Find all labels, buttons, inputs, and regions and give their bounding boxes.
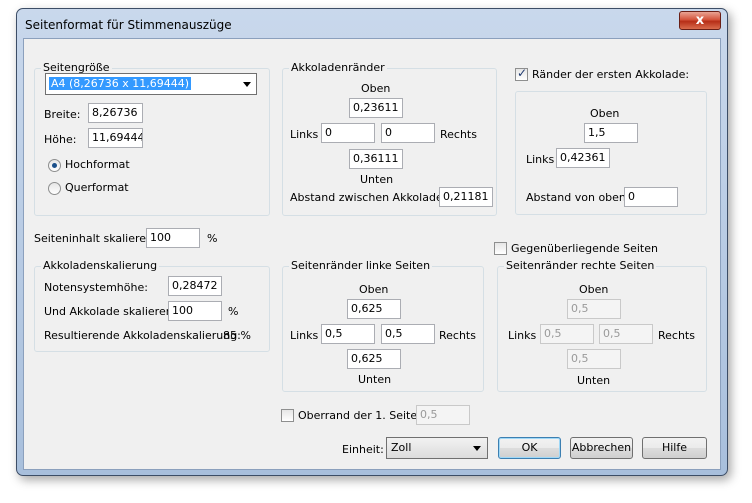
- rechts-unten-label: Unten: [577, 374, 611, 387]
- close-button[interactable]: x: [679, 11, 721, 30]
- hochformat-label: Hochformat: [65, 158, 130, 171]
- einheit-label: Einheit:: [342, 443, 384, 456]
- und-skalieren-label: Und Akkolade skalieren:: [44, 305, 177, 318]
- akk-links-label: Links: [290, 128, 319, 141]
- links-unten-input[interactable]: 0,625: [347, 349, 401, 369]
- group-label-linke-seiten: Seitenränder linke Seiten: [289, 259, 433, 272]
- skalieren-label: Seiteninhalt skalieren:: [34, 232, 157, 245]
- resultierend-label: Resultierende Akkoladenskalierung:: [44, 329, 241, 342]
- erste-links-label: Links: [526, 153, 555, 166]
- chevron-down-icon: [243, 82, 251, 87]
- group-label-rechte-seiten: Seitenränder rechte Seiten: [504, 259, 657, 272]
- group-label-akkoladenskalierung: Akkoladenskalierung: [41, 259, 160, 272]
- links-rechts-label: Rechts: [439, 329, 476, 342]
- erste-oben-label: Oben: [590, 107, 620, 120]
- hilfe-button[interactable]: Hilfe: [642, 437, 707, 459]
- akk-unten-input[interactable]: 0,36111: [349, 149, 403, 169]
- links-links-label: Links: [290, 329, 319, 342]
- einheit-dropdown[interactable]: Zoll: [386, 437, 488, 459]
- chevron-down-icon: [473, 446, 481, 451]
- dialog-client: Seitengröße A4 (8,26736 x 11,69444) Brei…: [23, 38, 721, 470]
- notensystem-label: Notensystemhöhe:: [44, 281, 148, 294]
- akk-links-input[interactable]: 0: [321, 123, 375, 143]
- skalieren-unit: %: [207, 232, 218, 245]
- oberrand-checkbox[interactable]: [281, 409, 294, 422]
- akk-abstand-label: Abstand zwischen Akkoladen:: [290, 191, 454, 204]
- gegenueber-checkbox[interactable]: [494, 242, 507, 255]
- hoehe-input[interactable]: 11,69444: [88, 128, 143, 148]
- akk-rechts-input[interactable]: 0: [381, 123, 435, 143]
- abbrechen-button[interactable]: Abbrechen: [570, 437, 633, 459]
- breite-input[interactable]: 8,26736: [88, 103, 143, 123]
- erste-abstand-input[interactable]: 0: [624, 187, 678, 207]
- einheit-selected: Zoll: [391, 441, 412, 454]
- akk-oben-input[interactable]: 0,23611: [349, 98, 403, 118]
- links-rechts-input[interactable]: 0,5: [381, 324, 435, 344]
- hochformat-radio[interactable]: [48, 159, 61, 172]
- page-size-selected: A4 (8,26736 x 11,69444): [49, 77, 192, 90]
- notensystem-input[interactable]: 0,28472: [168, 276, 222, 296]
- links-links-input[interactable]: 0,5: [321, 324, 375, 344]
- rechts-links-input[interactable]: 0,5: [540, 324, 594, 344]
- erste-oben-input[interactable]: 1,5: [584, 123, 638, 143]
- und-skalieren-unit: %: [228, 305, 239, 318]
- skalieren-input[interactable]: 100: [146, 228, 200, 248]
- oberrand-label: Oberrand der 1. Seite:: [298, 409, 421, 422]
- links-oben-label: Oben: [359, 283, 389, 296]
- rechts-unten-input[interactable]: 0,5: [567, 349, 621, 369]
- erste-akkolade-checkbox[interactable]: [515, 66, 528, 81]
- window-title: Seitenformat für Stimmenauszüge: [25, 18, 232, 32]
- hoehe-label: Höhe:: [44, 133, 77, 146]
- oberrand-input[interactable]: 0,5: [416, 405, 470, 425]
- resultierend-value: 85 %: [223, 329, 251, 342]
- akk-abstand-input[interactable]: 0,21181: [439, 187, 493, 207]
- links-unten-label: Unten: [358, 373, 392, 386]
- akk-unten-label: Unten: [360, 173, 394, 186]
- dialog-window: Seitenformat für Stimmenauszüge x Seiten…: [16, 8, 728, 476]
- erste-links-input[interactable]: 0,42361: [556, 148, 610, 168]
- erste-akkolade-label: Ränder der ersten Akkolade:: [532, 68, 690, 81]
- rechts-oben-input[interactable]: 0,5: [567, 299, 621, 319]
- close-icon: x: [695, 13, 705, 28]
- akk-rechts-label: Rechts: [440, 128, 477, 141]
- rechts-rechts-input[interactable]: 0,5: [599, 324, 653, 344]
- querformat-radio[interactable]: [48, 182, 61, 195]
- querformat-label: Querformat: [65, 181, 129, 194]
- und-skalieren-input[interactable]: 100: [168, 301, 222, 321]
- rechts-oben-label: Oben: [579, 283, 609, 296]
- links-oben-input[interactable]: 0,625: [347, 299, 401, 319]
- gegenueber-label: Gegenüberliegende Seiten: [511, 242, 658, 255]
- rechts-rechts-label: Rechts: [658, 329, 695, 342]
- akk-oben-label: Oben: [361, 82, 391, 95]
- breite-label: Breite:: [44, 108, 81, 121]
- page-size-dropdown[interactable]: A4 (8,26736 x 11,69444): [45, 73, 257, 95]
- ok-button[interactable]: OK: [498, 437, 561, 459]
- erste-abstand-label: Abstand von oben:: [526, 191, 630, 204]
- rechts-links-label: Links: [508, 329, 537, 342]
- group-label-akkoladenraender: Akkoladenränder: [289, 61, 387, 74]
